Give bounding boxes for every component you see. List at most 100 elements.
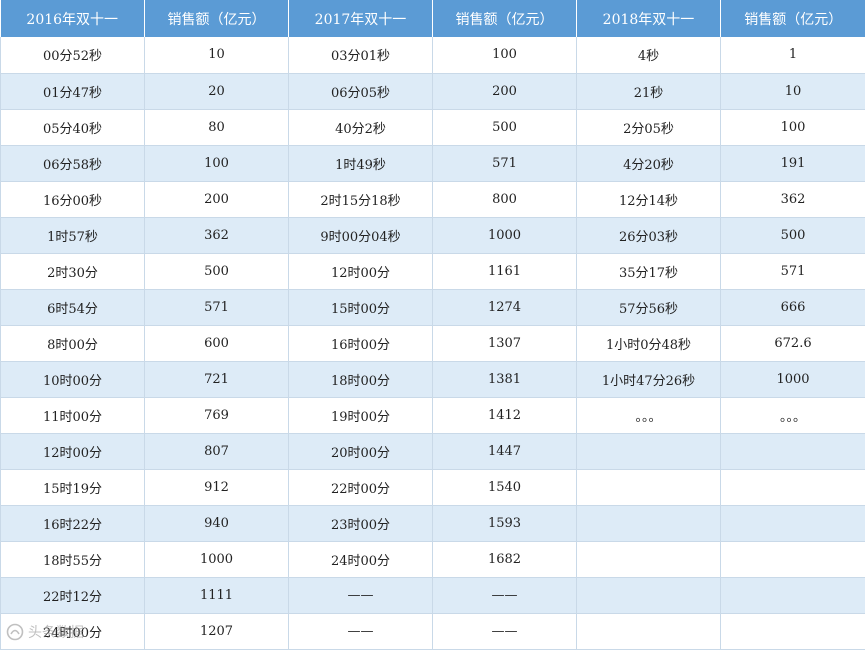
- table-row: 1时57秒3629时00分04秒100026分03秒500: [1, 217, 865, 253]
- cell-sales-2018: 100: [721, 109, 865, 145]
- cell-time-2018: 1小时0分48秒: [577, 325, 721, 361]
- cell-time-2017: 1时49秒: [289, 145, 433, 181]
- cell-sales-2016: 940: [145, 505, 289, 541]
- cell-time-2017: 15时00分: [289, 289, 433, 325]
- table-row: 11时00分76919时00分1412。。。。。。: [1, 397, 865, 433]
- cell-time-2017: ——: [289, 577, 433, 613]
- header-2016-time: 2016年双十一: [1, 0, 145, 37]
- cell-sales-2018: [721, 433, 865, 469]
- cell-sales-2018: 10: [721, 73, 865, 109]
- cell-sales-2018: [721, 577, 865, 613]
- cell-sales-2018: 571: [721, 253, 865, 289]
- cell-sales-2018: [721, 613, 865, 649]
- cell-sales-2017: 800: [433, 181, 577, 217]
- cell-sales-2017: 100: [433, 37, 577, 73]
- table-row: 2时30分50012时00分116135分17秒571: [1, 253, 865, 289]
- cell-sales-2017: ——: [433, 577, 577, 613]
- cell-time-2018: 35分17秒: [577, 253, 721, 289]
- cell-time-2018: 12分14秒: [577, 181, 721, 217]
- cell-sales-2016: 500: [145, 253, 289, 289]
- cell-time-2018: 4分20秒: [577, 145, 721, 181]
- cell-time-2016: 05分40秒: [1, 109, 145, 145]
- cell-time-2018: [577, 577, 721, 613]
- cell-time-2016: 00分52秒: [1, 37, 145, 73]
- cell-sales-2016: 80: [145, 109, 289, 145]
- cell-sales-2017: ——: [433, 613, 577, 649]
- cell-time-2018: 4秒: [577, 37, 721, 73]
- cell-sales-2017: 1682: [433, 541, 577, 577]
- header-2017-time: 2017年双十一: [289, 0, 433, 37]
- sales-table: 2016年双十一 销售额（亿元） 2017年双十一 销售额（亿元） 2018年双…: [0, 0, 865, 650]
- cell-time-2018: [577, 469, 721, 505]
- cell-sales-2018: [721, 469, 865, 505]
- cell-time-2018: 。。。: [577, 397, 721, 433]
- table-row: 10时00分72118时00分13811小时47分26秒1000: [1, 361, 865, 397]
- cell-sales-2018: 191: [721, 145, 865, 181]
- cell-sales-2016: 100: [145, 145, 289, 181]
- cell-time-2016: 1时57秒: [1, 217, 145, 253]
- cell-time-2018: [577, 613, 721, 649]
- table-row: 00分52秒1003分01秒1004秒1: [1, 37, 865, 73]
- cell-sales-2016: 1000: [145, 541, 289, 577]
- cell-sales-2016: 200: [145, 181, 289, 217]
- cell-time-2016: 16时22分: [1, 505, 145, 541]
- table-row: 06分58秒1001时49秒5714分20秒191: [1, 145, 865, 181]
- cell-sales-2018: 1000: [721, 361, 865, 397]
- table-row: 24时00分1207————: [1, 613, 865, 649]
- table-header: 2016年双十一 销售额（亿元） 2017年双十一 销售额（亿元） 2018年双…: [1, 0, 865, 37]
- cell-time-2016: 11时00分: [1, 397, 145, 433]
- table-row: 16分00秒2002时15分18秒80012分14秒362: [1, 181, 865, 217]
- header-row: 2016年双十一 销售额（亿元） 2017年双十一 销售额（亿元） 2018年双…: [1, 0, 865, 37]
- cell-sales-2016: 600: [145, 325, 289, 361]
- cell-time-2017: 18时00分: [289, 361, 433, 397]
- cell-sales-2016: 912: [145, 469, 289, 505]
- cell-sales-2017: 571: [433, 145, 577, 181]
- cell-sales-2018: 362: [721, 181, 865, 217]
- cell-sales-2018: 672.6: [721, 325, 865, 361]
- cell-sales-2018: 。。。: [721, 397, 865, 433]
- cell-sales-2017: 1000: [433, 217, 577, 253]
- header-2017-sales: 销售额（亿元）: [433, 0, 577, 37]
- cell-time-2016: 15时19分: [1, 469, 145, 505]
- cell-sales-2016: 1207: [145, 613, 289, 649]
- cell-time-2016: 06分58秒: [1, 145, 145, 181]
- table-row: 8时00分60016时00分13071小时0分48秒672.6: [1, 325, 865, 361]
- cell-sales-2016: 362: [145, 217, 289, 253]
- cell-time-2017: ——: [289, 613, 433, 649]
- cell-time-2017: 03分01秒: [289, 37, 433, 73]
- cell-sales-2016: 721: [145, 361, 289, 397]
- header-2018-sales: 销售额（亿元）: [721, 0, 865, 37]
- cell-time-2017: 16时00分: [289, 325, 433, 361]
- cell-sales-2017: 1381: [433, 361, 577, 397]
- cell-sales-2016: 10: [145, 37, 289, 73]
- table-body: 00分52秒1003分01秒1004秒101分47秒2006分05秒20021秒…: [1, 37, 865, 649]
- cell-sales-2017: 1540: [433, 469, 577, 505]
- cell-sales-2017: 1447: [433, 433, 577, 469]
- cell-sales-2016: 20: [145, 73, 289, 109]
- table-row: 22时12分1111————: [1, 577, 865, 613]
- cell-time-2017: 40分2秒: [289, 109, 433, 145]
- table-row: 05分40秒8040分2秒5002分05秒100: [1, 109, 865, 145]
- cell-sales-2018: 1: [721, 37, 865, 73]
- cell-time-2018: 57分56秒: [577, 289, 721, 325]
- cell-time-2016: 24时00分: [1, 613, 145, 649]
- cell-time-2017: 24时00分: [289, 541, 433, 577]
- cell-time-2016: 01分47秒: [1, 73, 145, 109]
- cell-time-2017: 23时00分: [289, 505, 433, 541]
- cell-sales-2017: 200: [433, 73, 577, 109]
- cell-time-2016: 2时30分: [1, 253, 145, 289]
- cell-sales-2018: 500: [721, 217, 865, 253]
- cell-time-2018: 1小时47分26秒: [577, 361, 721, 397]
- cell-time-2018: 21秒: [577, 73, 721, 109]
- cell-sales-2017: 1307: [433, 325, 577, 361]
- cell-time-2017: 2时15分18秒: [289, 181, 433, 217]
- cell-sales-2016: 1111: [145, 577, 289, 613]
- cell-time-2017: 12时00分: [289, 253, 433, 289]
- cell-time-2018: 2分05秒: [577, 109, 721, 145]
- cell-time-2018: [577, 433, 721, 469]
- cell-time-2018: [577, 505, 721, 541]
- table-row: 01分47秒2006分05秒20021秒10: [1, 73, 865, 109]
- cell-time-2016: 22时12分: [1, 577, 145, 613]
- cell-time-2016: 16分00秒: [1, 181, 145, 217]
- cell-sales-2016: 769: [145, 397, 289, 433]
